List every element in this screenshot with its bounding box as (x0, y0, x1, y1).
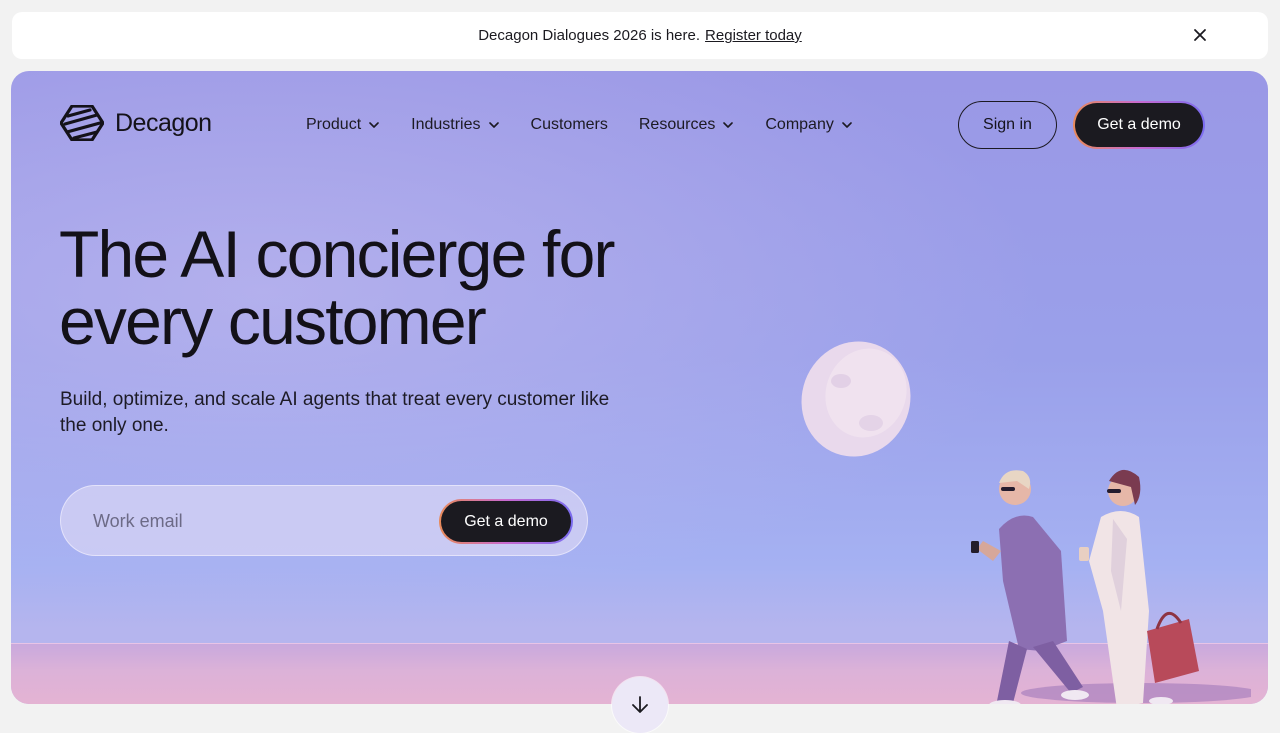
main-nav: Product Industries Customers Resources C… (306, 113, 884, 137)
arrow-down-icon (632, 696, 648, 713)
work-email-input[interactable] (93, 508, 423, 534)
register-link[interactable]: Register today (705, 27, 802, 44)
chevron-down-icon (842, 122, 852, 128)
headline-line-1: The AI concierge for (59, 217, 615, 291)
nav-customers[interactable]: Customers (531, 116, 608, 134)
hero-section: Decagon Product Industries Customers Res… (11, 71, 1268, 704)
announcement-text: Decagon Dialogues 2026 is here. (478, 27, 701, 44)
decagon-logo-icon (60, 105, 104, 141)
nav-label: Customers (530, 116, 608, 133)
chevron-down-icon (369, 122, 379, 128)
man-figure (971, 470, 1089, 704)
close-icon[interactable] (1190, 25, 1210, 45)
brand-logo[interactable]: Decagon (60, 105, 212, 141)
hero-get-demo-button[interactable]: Get a demo (439, 499, 573, 544)
nav-industries[interactable]: Industries (411, 116, 499, 134)
email-signup-form: Get a demo (60, 485, 588, 556)
nav-label: Company (765, 116, 834, 133)
announcement-bar: Decagon Dialogues 2026 is here. Register… (12, 12, 1268, 59)
nav-product[interactable]: Product (306, 116, 380, 134)
nav-resources[interactable]: Resources (639, 116, 734, 134)
hero-headline: The AI concierge for every customer (59, 221, 699, 355)
brand-name: Decagon (115, 108, 212, 137)
hero-illustration (801, 341, 1251, 704)
sign-in-button[interactable]: Sign in (958, 101, 1057, 149)
chevron-down-icon (723, 122, 734, 128)
nav-company[interactable]: Company (765, 116, 852, 134)
woman-figure (1079, 469, 1199, 704)
chevron-down-icon (488, 122, 499, 128)
nav-label: Resources (638, 116, 716, 133)
scroll-down-button[interactable] (612, 677, 668, 733)
headline-line-2: every customer (59, 284, 487, 358)
hero-subtitle: Build, optimize, and scale AI agents tha… (60, 389, 610, 436)
nav-label: Product (306, 116, 362, 133)
get-demo-button[interactable]: Get a demo (1073, 101, 1205, 149)
moon-image (801, 341, 911, 457)
nav-label: Industries (411, 116, 481, 133)
